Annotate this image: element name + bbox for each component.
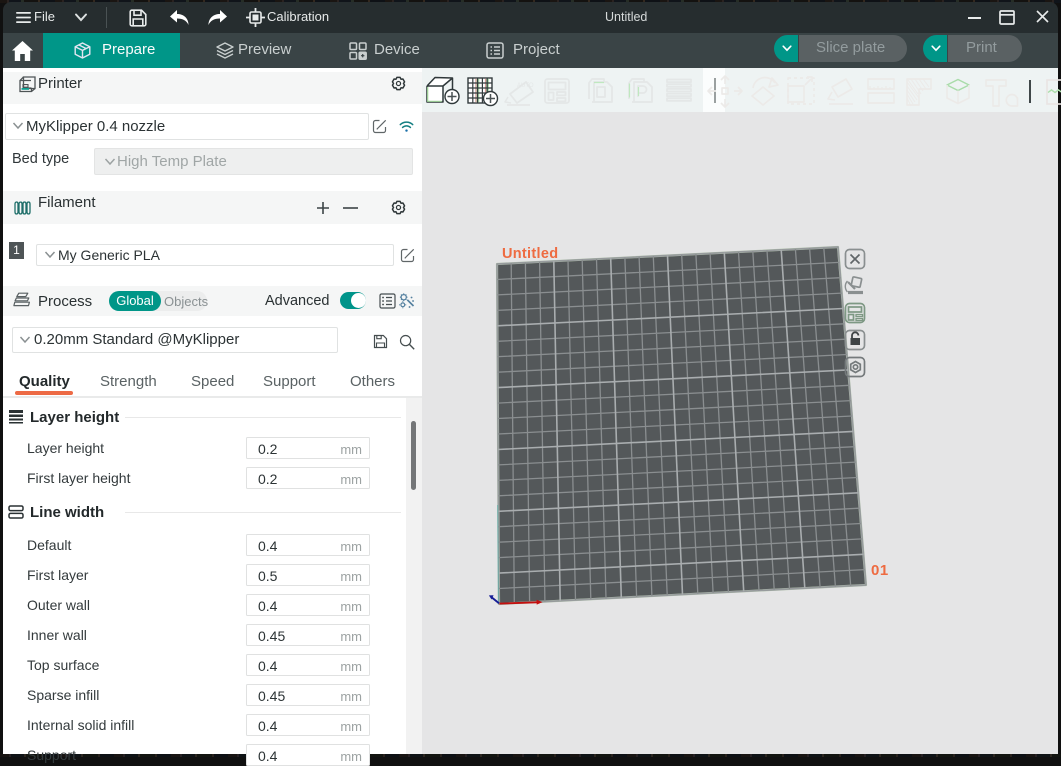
svg-text:AUTO: AUTO <box>517 83 534 89</box>
